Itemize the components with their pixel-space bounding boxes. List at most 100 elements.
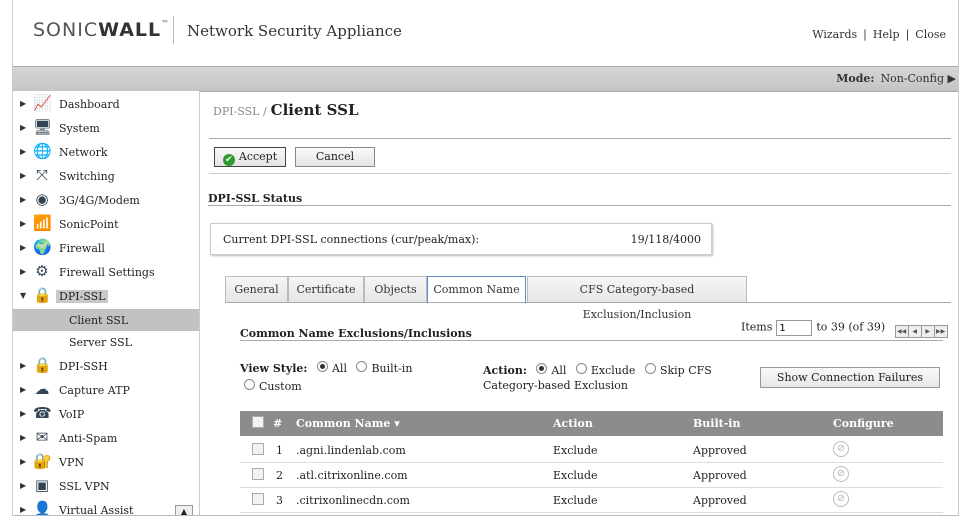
tab-certificate[interactable]: Certificate (288, 276, 364, 302)
show-connection-failures-button[interactable]: Show Connection Failures (760, 367, 940, 388)
connections-value: 19/118/4000 (630, 233, 701, 246)
pagination: Itemsto 39 (of 39) ◀◀◀▶▶▶ (741, 320, 948, 338)
sidebar-item-modem[interactable]: ▶ ◉ 3G/4G/Modem (13, 189, 199, 213)
expand-arrow-icon[interactable]: ▶ (20, 481, 26, 490)
action-all-radio[interactable] (536, 363, 548, 374)
product-title: Network Security Appliance (187, 22, 402, 40)
breadcrumb-parent[interactable]: DPI-SSL / (213, 105, 267, 118)
accept-button[interactable]: ✔ Accept (214, 147, 286, 167)
mode-bar: Mode: Non-Config ▶ (13, 66, 958, 92)
vpn-icon: 🔐 (33, 452, 52, 470)
configure-disabled-icon[interactable]: ⊘ (833, 441, 849, 457)
divider (240, 340, 943, 341)
expand-arrow-icon[interactable]: ▶ (20, 171, 26, 180)
caret-right-icon: ▶ (947, 72, 956, 85)
view-all-radio[interactable] (316, 361, 328, 372)
row-checkbox[interactable] (252, 443, 264, 455)
sidebar-subitem-client-ssl[interactable]: Client SSL (13, 309, 199, 331)
top-links: Wizards | Help | Close (812, 28, 946, 41)
next-page-icon[interactable]: ▶ (920, 324, 935, 338)
sidebar-item-firewall-settings[interactable]: ▶ ⚙ Firewall Settings (13, 261, 199, 285)
action-toolbar: ✔ Accept Cancel (209, 139, 951, 174)
view-builtin-radio[interactable] (356, 361, 368, 372)
mode-indicator[interactable]: Mode: Non-Config ▶ (836, 72, 956, 85)
expand-arrow-icon[interactable]: ▶ (20, 457, 26, 466)
sidebar-item-capture-atp[interactable]: ▶ ☁ Capture ATP (13, 379, 199, 403)
sonicwall-logo: SONICWALL™ (33, 19, 171, 41)
row-checkbox[interactable] (252, 468, 264, 480)
cancel-button[interactable]: Cancel (295, 147, 375, 167)
sidebar-item-dashboard[interactable]: ▶ 📈 Dashboard (13, 93, 199, 117)
expand-arrow-icon[interactable]: ▶ (20, 433, 26, 442)
tab-common-name[interactable]: Common Name (427, 276, 526, 304)
header-divider (173, 16, 174, 44)
prev-page-icon[interactable]: ◀ (907, 324, 922, 338)
expand-arrow-icon[interactable]: ▶ (20, 123, 26, 132)
dashboard-icon: 📈 (33, 94, 52, 112)
tab-cfs-category[interactable]: CFS Category-based Exclusion/Inclusion (527, 276, 747, 321)
expand-arrow-icon[interactable]: ▶ (20, 361, 26, 370)
expand-arrow-icon[interactable]: ▶ (20, 219, 26, 228)
close-link[interactable]: Close (915, 28, 946, 41)
expand-arrow-icon[interactable]: ▶ (20, 267, 26, 276)
first-page-icon[interactable]: ◀◀ (894, 324, 909, 338)
col-configure: Configure (833, 417, 894, 430)
expand-arrow-icon[interactable]: ▶ (20, 505, 26, 514)
sidebar-subitem-server-ssl[interactable]: Server SSL (13, 331, 199, 353)
sidebar-scroll-up-button[interactable]: ▲ (175, 505, 193, 515)
sidebar-item-firewall[interactable]: ▶ 🌍 Firewall (13, 237, 199, 261)
breadcrumb: DPI-SSL / Client SSL (213, 101, 359, 119)
tab-general[interactable]: General (225, 276, 288, 302)
sidebar-item-dpi-ssl[interactable]: ▼ 🔒 DPI-SSL (13, 285, 199, 309)
sidebar-item-switching[interactable]: ▶ ⤧ Switching (13, 165, 199, 189)
checkmark-icon: ✔ (222, 154, 235, 166)
expand-arrow-icon[interactable]: ▶ (20, 147, 26, 156)
configure-disabled-icon[interactable]: ⊘ (833, 491, 849, 507)
expand-arrow-icon[interactable]: ▶ (20, 243, 26, 252)
sidebar-item-virtual-assist[interactable]: ▶ 👤 Virtual Assist (13, 499, 199, 515)
section-title-status: DPI-SSL Status (208, 192, 303, 205)
last-page-icon[interactable]: ▶▶ (933, 324, 948, 338)
anti-spam-icon: ✉ (35, 428, 49, 446)
col-num: # (273, 417, 283, 430)
collapse-arrow-icon[interactable]: ▼ (20, 291, 26, 300)
tab-objects[interactable]: Objects (364, 276, 427, 302)
network-icon: 🌐 (33, 142, 52, 160)
expand-arrow-icon[interactable]: ▶ (20, 99, 26, 108)
items-start-input[interactable] (776, 320, 813, 336)
row-checkbox[interactable] (252, 493, 264, 505)
sidebar-item-vpn[interactable]: ▶ 🔐 VPN (13, 451, 199, 475)
action-skip-cfs-radio[interactable] (644, 363, 656, 374)
help-link[interactable]: Help (873, 28, 900, 41)
divider (225, 302, 951, 303)
view-custom-radio[interactable] (244, 379, 255, 390)
ssl-vpn-icon: ▣ (34, 476, 50, 494)
chevron-up-icon: ▲ (180, 507, 188, 515)
configure-disabled-icon[interactable]: ⊘ (833, 466, 849, 482)
wizards-link[interactable]: Wizards (812, 28, 857, 41)
sidebar-item-anti-spam[interactable]: ▶ ✉ Anti-Spam (13, 427, 199, 451)
sort-desc-icon: ▾ (394, 417, 400, 430)
table-row: 1 .agni.lindenlab.com Exclude Approved ⊘ (240, 437, 943, 463)
table-row: 3 .citrixonlinecdn.com Exclude Approved … (240, 487, 943, 513)
action-exclude-radio[interactable] (575, 363, 587, 374)
sidebar-item-network[interactable]: ▶ 🌐 Network (13, 141, 199, 165)
virtual-assist-icon: 👤 (33, 500, 52, 515)
select-all-checkbox[interactable] (252, 416, 264, 428)
expand-arrow-icon[interactable]: ▶ (20, 409, 26, 418)
sidebar-item-dpi-ssh[interactable]: ▶ 🔒 DPI-SSH (13, 355, 199, 379)
dpi-ssh-icon: 🔒 (33, 356, 52, 374)
action-filter: Action: All Exclude Skip CFS Category-ba… (483, 363, 712, 392)
sidebar-item-ssl-vpn[interactable]: ▶ ▣ SSL VPN (13, 475, 199, 499)
expand-arrow-icon[interactable]: ▶ (20, 385, 26, 394)
expand-arrow-icon[interactable]: ▶ (20, 195, 26, 204)
sidebar-item-sonicpoint[interactable]: ▶ 📶 SonicPoint (13, 213, 199, 237)
voip-icon: ☎ (33, 404, 52, 422)
sidebar-item-system[interactable]: ▶ 🖥 System (13, 117, 199, 141)
sidebar-item-voip[interactable]: ▶ ☎ VoIP (13, 403, 199, 427)
switching-icon: ⤧ (35, 166, 48, 184)
col-builtin: Built-in (693, 417, 741, 430)
status-box: Current DPI-SSL connections (cur/peak/ma… (210, 223, 712, 255)
table-header: # Common Name ▾ Action Built-in Configur… (240, 411, 943, 436)
col-common-name[interactable]: Common Name ▾ (296, 417, 400, 430)
